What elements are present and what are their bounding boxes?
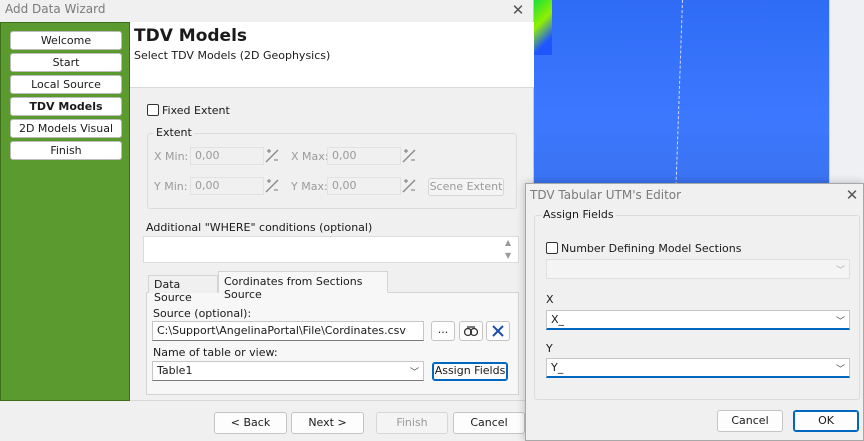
- fixed-extent-checkbox[interactable]: [147, 104, 159, 116]
- scroll-up-icon[interactable]: ▲: [505, 238, 511, 247]
- nav-start[interactable]: Start: [10, 53, 122, 72]
- y-label: Y: [546, 342, 553, 355]
- extent-group-label: Extent: [154, 126, 194, 139]
- cancel-button-label: Cancel: [470, 416, 508, 429]
- assign-fields-button[interactable]: Assign Fields: [432, 362, 508, 381]
- wizard-title: Add Data Wizard: [5, 2, 106, 16]
- editor-title: TDV Tabular UTM's Editor: [530, 188, 682, 202]
- assign-fields-group-label: Assign Fields: [541, 208, 616, 221]
- cancel-button[interactable]: Cancel: [453, 412, 525, 434]
- back-button[interactable]: < Back: [214, 412, 287, 434]
- page-header: TDV Models Select TDV Models (2D Geophys…: [130, 22, 534, 88]
- y-select[interactable]: Y_ ﹀: [546, 358, 850, 378]
- calculator-icon[interactable]: [400, 177, 418, 195]
- y-select-value: Y_: [551, 361, 564, 374]
- viewport-scrollbar[interactable]: [829, 0, 864, 190]
- browse-button[interactable]: ...: [431, 321, 455, 341]
- source-input[interactable]: C:\Support\AngelinaPortal\File\Cordinate…: [152, 321, 424, 341]
- x-select[interactable]: X_ ﹀: [546, 310, 850, 330]
- tab-data-source-label: Data Source: [154, 278, 192, 304]
- nav-local-source[interactable]: Local Source: [10, 75, 122, 94]
- editor-cancel-button[interactable]: Cancel: [717, 410, 783, 432]
- source-label: Source (optional):: [153, 307, 252, 320]
- number-defining-label: Number Defining Model Sections: [561, 242, 742, 255]
- ymax-input[interactable]: 0,00: [327, 177, 401, 195]
- x-select-value: X_: [551, 313, 565, 326]
- number-defining-select[interactable]: ﹀: [546, 259, 850, 279]
- chevron-down-icon: ﹀: [835, 317, 845, 327]
- nav-2d-models-visual[interactable]: 2D Models Visual: [10, 119, 122, 138]
- wizard-sidebar: Welcome Start Local Source TDV Models 2D…: [0, 22, 130, 401]
- back-button-label: < Back: [230, 416, 271, 429]
- where-label: Additional "WHERE" conditions (optional): [146, 221, 373, 234]
- clear-icon: [492, 325, 504, 337]
- scene-extent-button[interactable]: Scene Extent: [428, 178, 504, 196]
- where-textarea[interactable]: [143, 236, 519, 263]
- page-subtitle: Select TDV Models (2D Geophysics): [134, 49, 331, 62]
- link-button[interactable]: [459, 321, 483, 341]
- tab-data-source[interactable]: Data Source: [148, 275, 218, 304]
- table-label: Name of table or view:: [153, 346, 278, 359]
- ymax-label: Y Max:: [291, 180, 328, 193]
- editor-cancel-label: Cancel: [731, 414, 769, 427]
- calculator-icon[interactable]: [263, 177, 281, 195]
- nav-local-source-label: Local Source: [31, 78, 101, 91]
- chevron-down-icon: ﹀: [835, 365, 845, 375]
- scroll-down-icon[interactable]: ▼: [505, 251, 511, 260]
- table-select[interactable]: Table1 ﹀: [152, 361, 424, 381]
- editor-dialog: TDV Tabular UTM's Editor ✕ Assign Fields…: [525, 183, 864, 441]
- editor-ok-button[interactable]: OK: [793, 410, 859, 432]
- viewport-gradient-patch: [534, 0, 552, 55]
- nav-welcome[interactable]: Welcome: [10, 31, 122, 50]
- nav-tdv-models[interactable]: TDV Models: [10, 97, 122, 116]
- fixed-extent-label: Fixed Extent: [162, 104, 230, 117]
- next-button[interactable]: Next >: [291, 412, 364, 434]
- xmin-input[interactable]: 0,00: [190, 147, 264, 165]
- finish-button[interactable]: Finish: [376, 412, 448, 434]
- footer-divider: [130, 400, 534, 401]
- chevron-down-icon: ﹀: [835, 266, 845, 276]
- tab-cordinates-source[interactable]: Cordinates from Sections Source: [218, 271, 388, 301]
- xmin-label: X Min:: [154, 150, 189, 163]
- table-select-value: Table1: [157, 364, 193, 377]
- nav-tdv-models-label: TDV Models: [29, 100, 103, 113]
- nav-2d-models-visual-label: 2D Models Visual: [18, 122, 114, 135]
- editor-ok-label: OK: [818, 414, 834, 427]
- extent-group: [147, 133, 517, 209]
- close-icon[interactable]: ✕: [510, 3, 526, 19]
- xmax-label: X Max:: [291, 150, 329, 163]
- wizard-window: Add Data Wizard ✕ Welcome Start Local So…: [0, 0, 534, 441]
- clear-button[interactable]: [486, 321, 510, 341]
- number-defining-checkbox[interactable]: [546, 242, 558, 254]
- nav-welcome-label: Welcome: [40, 34, 92, 47]
- x-label: X: [546, 293, 554, 306]
- nav-finish-label: Finish: [50, 144, 82, 157]
- nav-finish[interactable]: Finish: [10, 141, 122, 160]
- page-title: TDV Models: [134, 26, 248, 46]
- link-icon: [463, 326, 479, 337]
- xmax-input[interactable]: 0,00: [327, 147, 401, 165]
- ymin-input[interactable]: 0,00: [190, 177, 264, 195]
- finish-button-label: Finish: [396, 416, 428, 429]
- calculator-icon[interactable]: [400, 147, 418, 165]
- nav-start-label: Start: [52, 56, 80, 69]
- calculator-icon[interactable]: [263, 147, 281, 165]
- ymin-label: Y Min:: [154, 180, 188, 193]
- next-button-label: Next >: [308, 416, 347, 429]
- close-icon[interactable]: ✕: [844, 188, 860, 204]
- chevron-down-icon: ﹀: [409, 368, 419, 378]
